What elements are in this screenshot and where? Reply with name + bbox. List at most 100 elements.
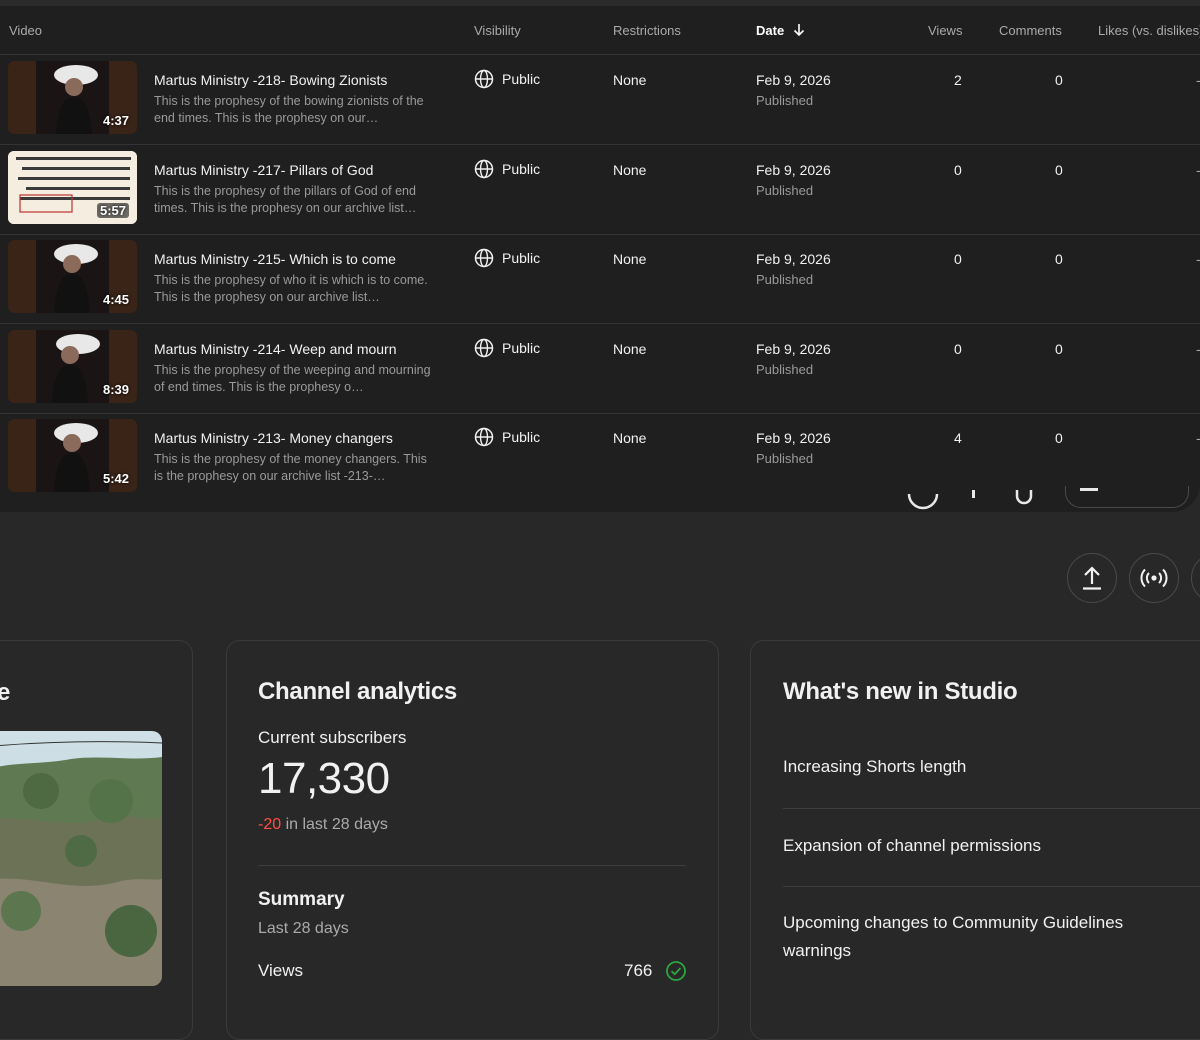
header-video: Video [9,23,43,38]
partial-button[interactable] [1065,486,1189,508]
video-thumbnail[interactable]: 5:42 [8,419,137,492]
card-title: What's new in Studio [783,678,1018,705]
comments-cell: 0 [1055,341,1063,357]
video-title[interactable]: Martus Ministry -218- Bowing Zionists [154,72,387,88]
change-value: -20 [258,816,282,833]
visibility-label: Public [502,250,541,266]
video-duration: 5:42 [102,471,129,486]
news-item[interactable]: Increasing Shorts length [783,753,966,781]
video-title[interactable]: Martus Ministry -213- Money changers [154,430,393,446]
visibility-cell[interactable]: Public [474,338,540,358]
check-circle-icon [666,961,686,981]
summary-title: Summary [258,889,345,910]
globe-icon [474,159,494,179]
restrictions-cell: None [613,341,647,357]
visibility-cell[interactable]: Public [474,69,540,89]
restrictions-cell: None [613,72,647,88]
likes-cell: - [1196,251,1200,267]
header-comments[interactable]: Comments [999,23,1062,38]
upload-button[interactable] [1067,553,1117,603]
publish-status: Published [756,451,814,466]
channel-analytics-card: Channel analytics Current subscribers 17… [226,640,719,1040]
subscriber-change: -20 in last 28 days [258,816,388,834]
video-duration: 5:57 [96,203,129,218]
latest-video-thumbnail[interactable] [0,731,162,986]
news-item[interactable]: Expansion of channel permissions [783,832,1041,860]
views-cell: 2 [954,72,962,88]
restrictions-cell: None [613,162,647,178]
video-duration: 8:39 [102,382,129,397]
hidden-row-actions [907,490,1033,510]
date-cell: Feb 9, 2026 [756,251,831,267]
visibility-label: Public [502,429,541,445]
video-duration: 4:45 [102,292,129,307]
publish-status: Published [756,362,814,377]
header-restrictions[interactable]: Restrictions [613,23,681,38]
video-table: Video Visibility Restrictions Date Views… [0,0,1200,512]
table-row[interactable]: 5:57 Martus Ministry -217- Pillars of Go… [0,145,1200,235]
likes-cell: - [1196,162,1200,178]
date-cell: Feb 9, 2026 [756,72,831,88]
table-row[interactable]: 8:39 Martus Ministry -214- Weep and mour… [0,324,1200,414]
whats-new-card: What's new in Studio Increasing Shorts l… [750,640,1200,1040]
video-duration: 4:37 [102,113,129,128]
header-views[interactable]: Views [928,23,962,38]
date-cell: Feb 9, 2026 [756,162,831,178]
globe-icon [474,248,494,268]
thumbnail-image [0,731,162,986]
change-suffix: in last 28 days [285,816,388,833]
table-row[interactable]: 4:45 Martus Ministry -215- Which is to c… [0,234,1200,324]
globe-icon [474,338,494,358]
views-cell: 0 [954,341,962,357]
visibility-label: Public [502,161,541,177]
partial-action-button[interactable] [1191,553,1200,603]
comments-cell: 0 [1055,430,1063,446]
comments-cell: 0 [1055,251,1063,267]
date-cell: Feb 9, 2026 [756,341,831,357]
views-label: Views [258,961,304,980]
header-likes[interactable]: Likes (vs. dislikes) [1098,23,1200,38]
video-description: This is the prophesy of the weeping and … [154,363,431,394]
views-cell: 0 [954,162,962,178]
globe-icon [474,69,494,89]
visibility-cell[interactable]: Public [474,427,540,447]
header-date[interactable]: Date [756,23,806,38]
divider [783,808,1200,809]
date-cell: Feb 9, 2026 [756,430,831,446]
go-live-button[interactable] [1129,553,1179,603]
live-broadcast-icon [1140,568,1168,588]
latest-video-card: e [0,640,193,1040]
restrictions-cell: None [613,251,647,267]
video-title[interactable]: Martus Ministry -214- Weep and mourn [154,341,397,357]
video-thumbnail[interactable]: 5:57 [8,151,137,224]
publish-status: Published [756,272,814,287]
table-row[interactable]: 4:37 Martus Ministry -218- Bowing Zionis… [0,55,1200,145]
visibility-label: Public [502,340,541,356]
restrictions-cell: None [613,430,647,446]
summary-period: Last 28 days [258,920,349,937]
subscriber-count: 17,330 [258,754,390,803]
video-thumbnail[interactable]: 4:37 [8,61,137,134]
comments-cell: 0 [1055,162,1063,178]
visibility-cell[interactable]: Public [474,248,540,268]
header-visibility[interactable]: Visibility [474,23,521,38]
video-description: This is the prophesy of the money change… [154,452,427,483]
subscribers-label: Current subscribers [258,728,407,747]
views-value: 766 [624,961,653,980]
visibility-cell[interactable]: Public [474,159,540,179]
likes-cell: - [1196,430,1200,446]
video-description: This is the prophesy of who it is which … [154,273,428,304]
upload-icon [1083,566,1101,590]
table-row[interactable]: 5:42 Martus Ministry -213- Money changer… [0,413,1200,502]
table-header: Video Visibility Restrictions Date Views… [0,6,1200,55]
video-thumbnail[interactable]: 8:39 [8,330,137,403]
header-date-label: Date [756,23,785,38]
comments-cell: 0 [1055,72,1063,88]
video-title[interactable]: Martus Ministry -215- Which is to come [154,251,396,267]
news-item[interactable]: Upcoming changes to Community Guidelines… [783,909,1143,965]
arrow-down-icon [793,24,804,37]
video-thumbnail[interactable]: 4:45 [8,240,137,313]
card-title-fragment: e [0,679,11,706]
video-title[interactable]: Martus Ministry -217- Pillars of God [154,162,373,178]
video-description: This is the prophesy of the bowing zioni… [154,94,424,125]
